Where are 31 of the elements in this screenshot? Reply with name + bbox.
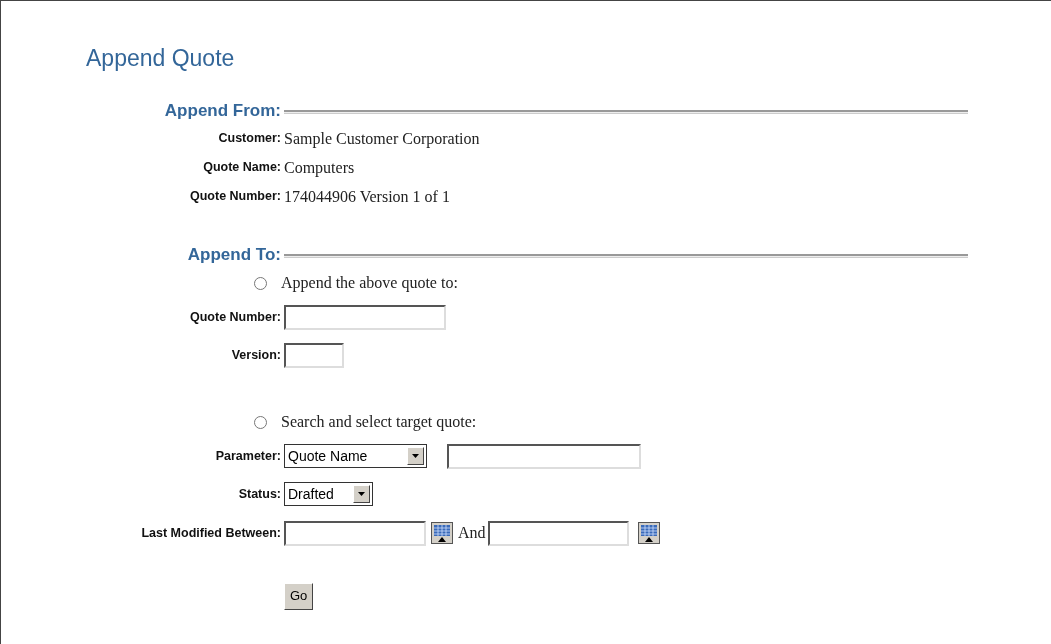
go-button[interactable]: Go: [284, 582, 314, 610]
calendar-icon[interactable]: [637, 522, 660, 544]
field-value: Computers: [284, 157, 355, 179]
field-label: Parameter:: [215, 448, 281, 463]
section-heading: Append To:: [187, 245, 281, 265]
input-field[interactable]: [284, 520, 426, 546]
field-label: Quote Number:: [190, 189, 281, 204]
dropdown[interactable]: Quote Name: [284, 444, 427, 468]
field-label: Status:: [238, 486, 281, 501]
radio-button[interactable]: [254, 276, 267, 290]
field-label: Customer:: [218, 131, 281, 146]
field-value: 174044906 Version 1 of 1: [284, 186, 450, 207]
field-label: Version:: [231, 347, 281, 362]
dropdown[interactable]: Drafted: [284, 482, 373, 506]
page-title: Append Quote: [86, 44, 236, 73]
input-field[interactable]: [284, 342, 344, 368]
field-label: Last Modified Between:: [141, 525, 281, 540]
input-field[interactable]: [284, 304, 446, 330]
radio-label: Search and select target quote:: [281, 412, 477, 433]
field-value: Sample Customer Corporation: [284, 128, 480, 150]
section-heading: Append From:: [164, 101, 281, 121]
calendar-icon[interactable]: [431, 522, 453, 544]
input-field[interactable]: [487, 520, 629, 546]
caret-icon: [407, 447, 424, 465]
and-label: And: [458, 523, 486, 543]
radio-button[interactable]: [254, 415, 267, 429]
radio-label: Append the above quote to:: [281, 273, 458, 294]
field-label: Quote Number:: [190, 309, 281, 324]
field-label: Quote Name:: [203, 160, 281, 175]
input-field[interactable]: [447, 443, 641, 469]
caret-icon: [353, 485, 370, 503]
